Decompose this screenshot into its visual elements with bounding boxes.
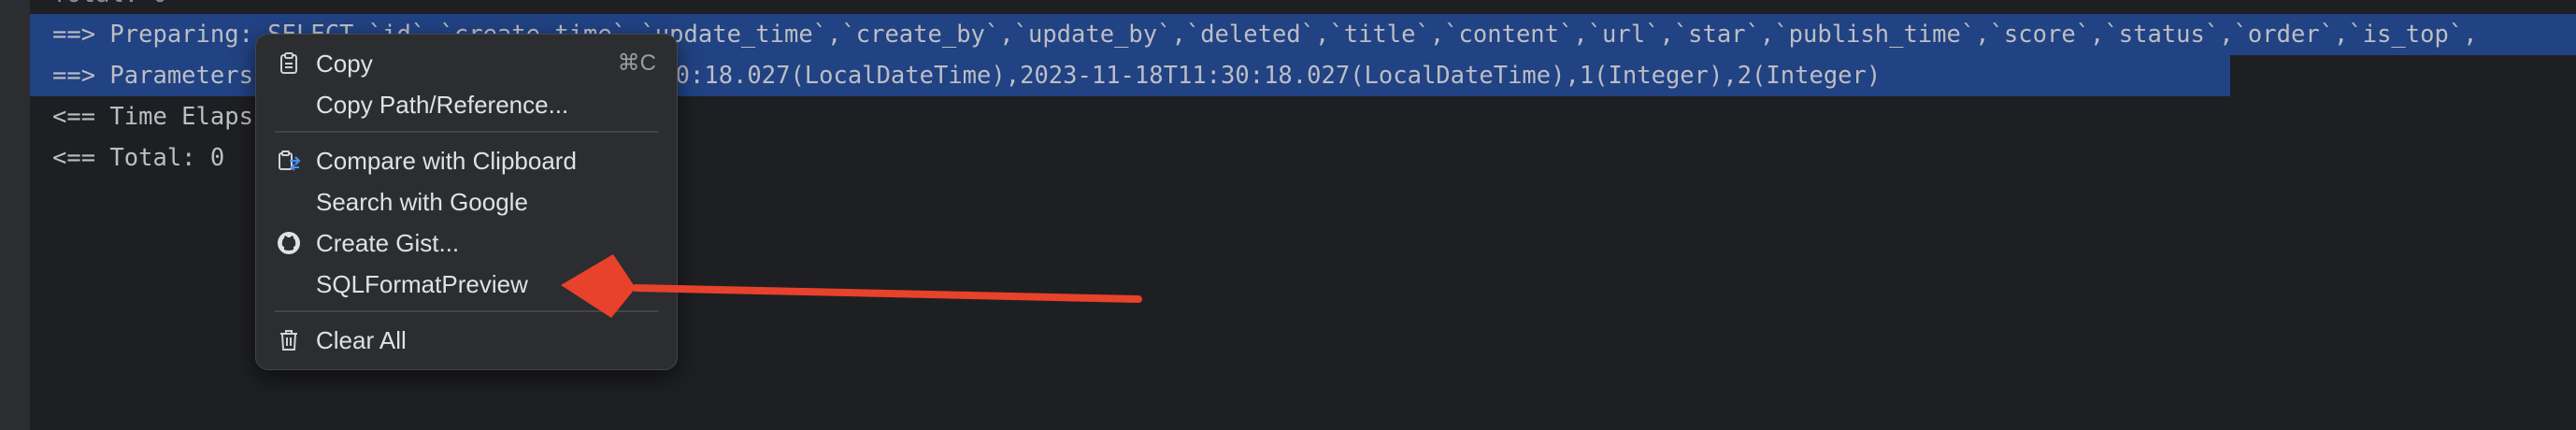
annotation-arrow — [561, 254, 1142, 318]
arrow-shaft — [632, 284, 1142, 303]
arrow-head — [561, 254, 636, 318]
